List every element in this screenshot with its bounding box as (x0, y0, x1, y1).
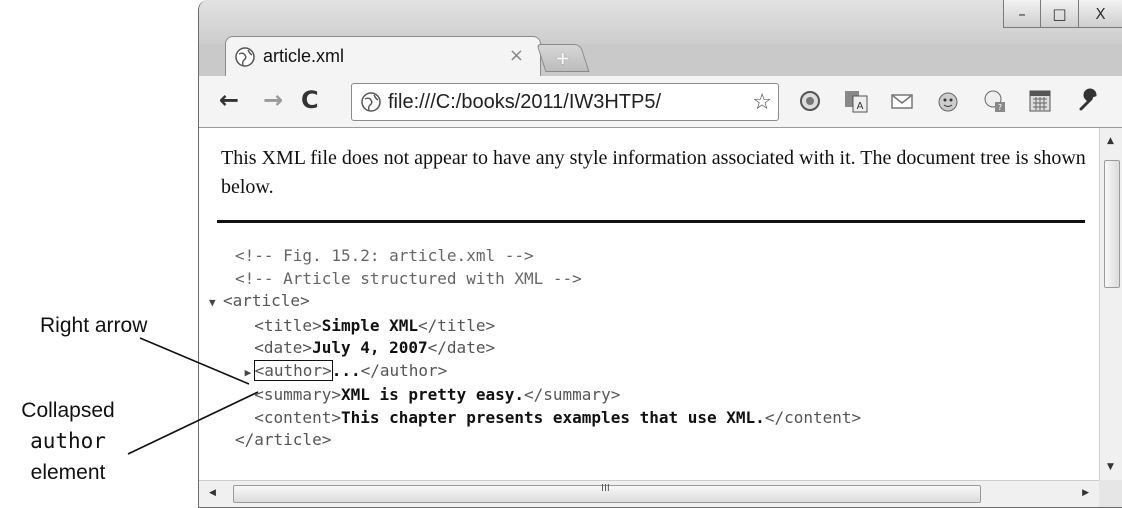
expand-toggle-icon[interactable]: ▼ (209, 292, 223, 315)
scroll-right-icon[interactable]: ▶ (1082, 488, 1089, 498)
new-tab-button[interactable]: + (536, 44, 590, 72)
callout-collapsed-mono: author (30, 429, 106, 453)
collapse-toggle-icon[interactable]: ▶ (245, 362, 255, 385)
author-ellipsis: ... (331, 360, 361, 380)
address-bar[interactable]: ☆ (351, 83, 779, 121)
article-close-tag: </article> (235, 430, 332, 449)
wrench-icon[interactable] (1075, 88, 1101, 114)
date-open-tag: <date> (254, 338, 313, 357)
scroll-grip: III (601, 483, 610, 494)
page-info-icon[interactable] (360, 91, 382, 113)
date-text: July 4, 2007 (312, 338, 428, 357)
article-open-tag: <article> (223, 291, 310, 310)
extension-icon[interactable] (797, 88, 823, 114)
scroll-up-icon[interactable]: ▲ (1107, 136, 1114, 146)
tree-line-article-close: </article> (221, 429, 861, 452)
content-text: This chapter presents examples that use … (340, 407, 765, 427)
scroll-down-icon[interactable]: ▼ (1107, 462, 1114, 472)
callout-right-arrow: Right arrow (40, 314, 148, 337)
xml-comment: <!-- Fig. 15.2: article.xml --> (235, 246, 534, 265)
tree-line-content: <content>This chapter presents examples … (221, 407, 861, 430)
horizontal-scrollbar[interactable]: ◀ III ▶ (199, 480, 1099, 507)
phone-icon[interactable]: ? (981, 88, 1007, 114)
date-close-tag: </date> (427, 338, 496, 357)
summary-text: XML is pretty easy. (340, 385, 524, 404)
callout-collapsed-line1: Collapsed (21, 399, 115, 422)
summary-close-tag: </summary> (524, 385, 621, 404)
tree-line-date: <date>July 4, 2007</date> (221, 337, 861, 360)
tree-line-title: <title>Simple XML</title> (221, 315, 861, 338)
tree-line-comment2: <!-- Article structured with XML --> (221, 268, 861, 291)
xml-tree: <!-- Fig. 15.2: article.xml --> <!-- Arti… (209, 245, 861, 452)
tree-line-summary: <summary>XML is pretty easy.</summary> (221, 384, 861, 407)
scroll-left-icon[interactable]: ◀ (209, 488, 216, 498)
content-close-tag: </content> (764, 407, 862, 427)
emoji-icon[interactable] (935, 88, 961, 114)
globe-icon (235, 46, 255, 67)
calendar-icon[interactable] (1027, 88, 1053, 114)
close-window-button[interactable]: X (1079, 0, 1122, 28)
tree-line-author: ▶ <author>...</author> (221, 359, 861, 385)
url-input[interactable] (388, 90, 748, 114)
tree-line-article-open: ▼ <article> (209, 290, 861, 315)
scrollbar-corner (1099, 480, 1122, 507)
minimize-button[interactable]: – (1003, 0, 1041, 28)
forward-button[interactable]: → (263, 86, 283, 114)
maximize-button[interactable]: □ (1041, 0, 1079, 28)
title-close-tag: </title> (418, 315, 496, 335)
callout-collapsed-line3: element (30, 461, 106, 484)
title-open-tag: <title> (254, 315, 322, 335)
tree-line-comment1: <!-- Fig. 15.2: article.xml --> (221, 245, 861, 268)
xml-comment: <!-- Article structured with XML --> (235, 268, 582, 288)
vertical-scroll-thumb[interactable] (1104, 160, 1120, 288)
tab-close-icon[interactable]: × (509, 45, 524, 66)
tab-article-xml[interactable]: article.xml × (225, 36, 541, 76)
callout-collapsed-author: Collapsed author element (8, 395, 128, 488)
reload-button[interactable]: C (301, 86, 319, 114)
mail-icon[interactable] (889, 88, 915, 114)
svg-text:?: ? (998, 103, 1002, 112)
svg-text:A: A (857, 101, 864, 112)
tab-title: article.xml (263, 46, 345, 66)
browser-window: – □ X article.xml × + ← → C ☆ (198, 0, 1122, 508)
toolbar: ← → C ☆ A ? (199, 76, 1122, 128)
page-content: This XML file does not appear to have an… (199, 128, 1099, 480)
content-open-tag: <content> (254, 407, 341, 427)
translate-icon[interactable]: A (843, 88, 869, 114)
star-icon[interactable]: ☆ (752, 90, 772, 115)
divider (217, 220, 1085, 223)
window-controls: – □ X (1003, 0, 1122, 28)
title-text: Simple XML (321, 315, 419, 335)
plus-icon: + (555, 47, 571, 69)
style-notice: This XML file does not appear to have an… (221, 147, 1086, 198)
author-close-tag: </author> (360, 360, 448, 380)
vertical-scrollbar[interactable]: ▲ ▼ (1099, 128, 1122, 480)
author-open-tag[interactable]: <author> (253, 359, 333, 381)
summary-open-tag: <summary> (254, 385, 341, 404)
back-button[interactable]: ← (219, 86, 239, 114)
